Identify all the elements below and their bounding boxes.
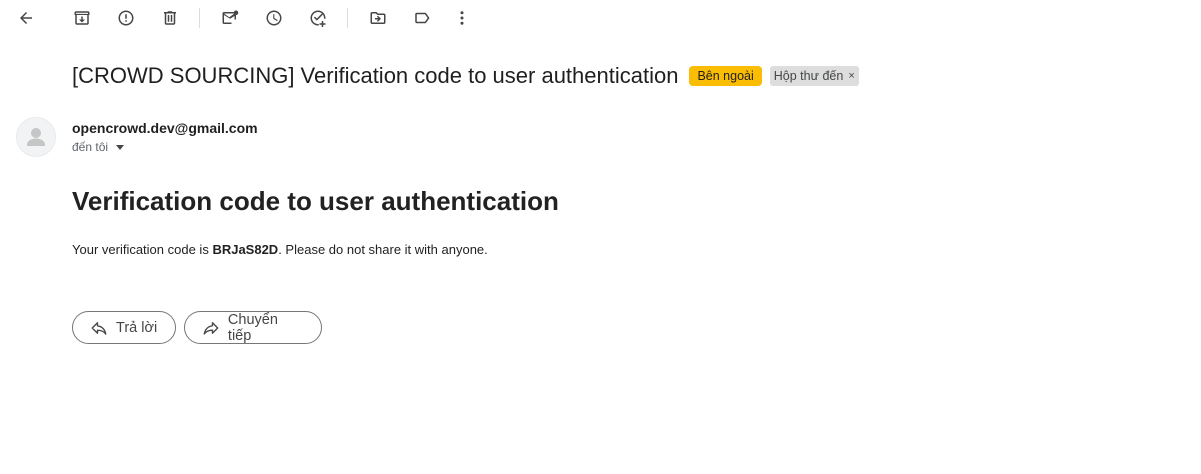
mark-unread-icon bbox=[222, 10, 239, 24]
reply-icon bbox=[91, 321, 107, 335]
reply-button[interactable]: Trả lời bbox=[72, 311, 176, 344]
email-body-heading: Verification code to user authentication bbox=[72, 186, 559, 216]
back-arrow-icon bbox=[20, 12, 32, 24]
move-to-icon bbox=[370, 12, 386, 24]
sender-email[interactable]: opencrowd.dev@gmail.com bbox=[72, 120, 258, 136]
body-text-before: Your verification code is bbox=[72, 242, 213, 257]
email-toolbar bbox=[0, 0, 1201, 36]
label-icon bbox=[415, 12, 430, 24]
label-button[interactable] bbox=[410, 6, 434, 30]
forward-label: Chuyển tiếp bbox=[227, 311, 278, 344]
caret-down-icon bbox=[116, 144, 125, 150]
subject-row: [CROWD SOURCING] Verification code to us… bbox=[72, 60, 859, 92]
move-to-button[interactable] bbox=[366, 6, 390, 30]
report-spam-icon bbox=[118, 10, 134, 26]
snooze-button[interactable] bbox=[262, 6, 286, 30]
forward-icon bbox=[203, 321, 219, 335]
more-options-icon bbox=[460, 11, 464, 25]
archive-icon bbox=[74, 11, 90, 25]
add-to-tasks-button[interactable] bbox=[306, 6, 330, 30]
report-spam-button[interactable] bbox=[114, 6, 138, 30]
body-text-after: . Please do not share it with anyone. bbox=[278, 242, 488, 257]
mark-unread-button[interactable] bbox=[218, 6, 242, 30]
delete-icon bbox=[164, 11, 176, 25]
snooze-icon bbox=[266, 10, 282, 26]
reply-label: Trả lời bbox=[116, 319, 158, 336]
recipient-label: đến tôi bbox=[72, 140, 109, 154]
default-person-icon bbox=[27, 128, 45, 146]
inbox-label-text: Hộp thư đến bbox=[773, 69, 844, 83]
more-options-button[interactable] bbox=[450, 6, 474, 30]
archive-button[interactable] bbox=[70, 6, 94, 30]
external-badge: Bên ngoài bbox=[689, 66, 762, 86]
delete-button[interactable] bbox=[158, 6, 182, 30]
forward-button[interactable]: Chuyển tiếp bbox=[184, 311, 322, 344]
avatar[interactable] bbox=[16, 117, 56, 157]
remove-label-icon[interactable]: × bbox=[848, 68, 854, 84]
back-button[interactable] bbox=[14, 6, 38, 30]
email-subject: [CROWD SOURCING] Verification code to us… bbox=[72, 63, 679, 88]
toolbar-divider bbox=[347, 8, 348, 28]
inbox-label-chip[interactable]: Hộp thư đến × bbox=[769, 66, 859, 86]
verification-code: BRJaS82D bbox=[212, 242, 279, 257]
add-to-tasks-icon bbox=[310, 10, 326, 27]
recipient-details-toggle[interactable]: đến tôi bbox=[72, 140, 125, 154]
email-view: [CROWD SOURCING] Verification code to us… bbox=[0, 0, 1201, 474]
email-body-text: Your verification code is BRJaS82D. Plea… bbox=[72, 242, 488, 257]
toolbar-divider bbox=[199, 8, 200, 28]
